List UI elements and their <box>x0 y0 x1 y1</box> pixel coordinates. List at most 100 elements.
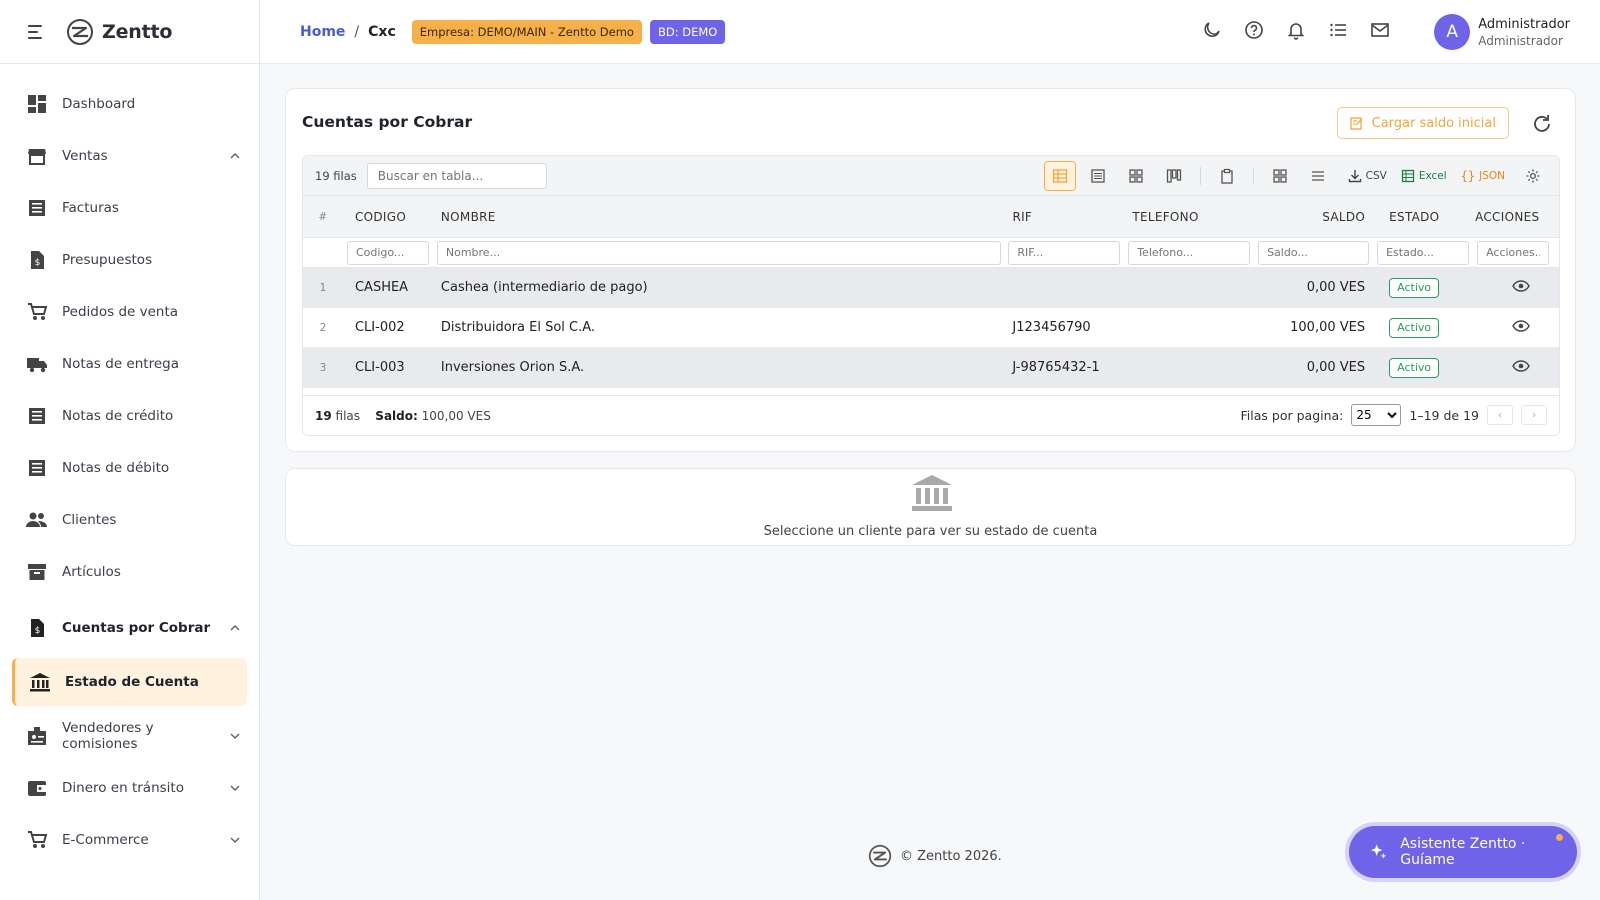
columns-button[interactable] <box>1302 161 1334 191</box>
avatar[interactable]: A <box>1434 14 1471 50</box>
svg-text:$: $ <box>35 258 41 268</box>
chevron-up-icon[interactable] <box>229 622 241 634</box>
cell-rif: J123456790 <box>1012 320 1091 335</box>
column-header-saldo[interactable]: SALDO <box>1254 210 1369 224</box>
sidebar-item-clientes[interactable]: Clientes <box>0 494 259 546</box>
table-view-button[interactable] <box>1043 161 1076 191</box>
table-row[interactable]: 3 CLI-003 Inversiones Orion S.A. J-98765… <box>303 348 1559 388</box>
filter-codigo-input[interactable] <box>346 240 429 265</box>
breadcrumb-current: Cxc <box>368 23 396 40</box>
sidebar-item-notas-credito[interactable]: Notas de crédito <box>0 390 259 442</box>
clipboard-button[interactable] <box>1211 161 1243 191</box>
export-csv-label: CSV <box>1365 170 1387 182</box>
list-view-button[interactable] <box>1082 161 1114 191</box>
moon-icon[interactable] <box>1202 20 1222 40</box>
page-footer: © Zentto 2026. <box>868 844 1002 868</box>
next-page-button[interactable]: › <box>1521 405 1547 425</box>
wallet-icon <box>26 777 48 799</box>
export-excel-button[interactable]: Excel <box>1401 169 1447 183</box>
chevron-down-icon[interactable] <box>229 834 241 846</box>
rows-per-page-label: Filas por pagina: <box>1240 407 1344 423</box>
chevron-up-icon[interactable] <box>229 150 241 162</box>
load-initial-balance-button[interactable]: Cargar saldo inicial <box>1336 107 1509 139</box>
sidebar-item-ecommerce[interactable]: E-Commerce <box>0 814 259 866</box>
export-csv-button[interactable]: CSV <box>1348 169 1387 183</box>
table-row[interactable]: 2 CLI-002 Distribuidora El Sol C.A. J123… <box>303 308 1559 348</box>
column-header-acciones[interactable]: ACCIONES <box>1469 210 1559 224</box>
download-icon <box>1348 170 1361 183</box>
column-header-telefono[interactable]: TELEFONO <box>1124 210 1254 224</box>
refresh-icon[interactable] <box>1531 113 1553 135</box>
prev-page-button[interactable]: ‹ <box>1487 405 1513 425</box>
copyright-text: © Zentto 2026. <box>900 848 1002 864</box>
sidebar-item-articulos[interactable]: Artículos <box>0 546 259 598</box>
view-eye-icon[interactable] <box>1512 279 1530 292</box>
filter-acciones-input[interactable] <box>1477 240 1550 265</box>
sidebar-item-dinero-transito[interactable]: Dinero en tránsito <box>0 762 259 814</box>
column-header-index[interactable]: # <box>303 211 343 223</box>
svg-text:$: $ <box>35 626 41 636</box>
sidebar-item-notas-debito[interactable]: Notas de débito <box>0 442 259 494</box>
sidebar-item-estado-de-cuenta[interactable]: Estado de Cuenta <box>12 658 247 706</box>
table-row[interactable]: 1 CASHEA Cashea (intermediario de pago) … <box>303 268 1559 308</box>
breadcrumb-home[interactable]: Home <box>300 24 345 40</box>
cell-nombre: Cashea (intermediario de pago) <box>440 280 648 295</box>
bell-icon[interactable] <box>1286 20 1306 40</box>
user-name: Administrador <box>1478 16 1570 32</box>
cell-index: 2 <box>319 321 327 334</box>
database-chip[interactable]: BD: DEMO <box>649 19 726 44</box>
sidebar-item-label: Estado de Cuenta <box>65 674 199 690</box>
company-chip[interactable]: Empresa: DEMO/MAIN - Zentto Demo <box>411 19 642 44</box>
sidebar-item-label: Dinero en tránsito <box>62 780 184 796</box>
filter-estado-input[interactable] <box>1377 240 1470 265</box>
filter-saldo-input[interactable] <box>1258 240 1370 265</box>
sidebar-item-presupuestos[interactable]: $ Presupuestos <box>0 234 259 286</box>
filter-rif-input[interactable] <box>1008 240 1121 265</box>
density-button[interactable] <box>1264 161 1296 191</box>
table-search-input[interactable] <box>366 162 547 189</box>
sidebar-item-cuentas-por-cobrar[interactable]: $ Cuentas por Cobrar <box>0 602 259 654</box>
cell-nombre: Inversiones Orion S.A. <box>440 360 585 375</box>
sidebar-item-label: E-Commerce <box>62 832 149 848</box>
people-icon <box>26 509 48 531</box>
assistant-button[interactable]: Asistente Zentto · Guíame <box>1349 826 1577 878</box>
user-menu[interactable]: A Administrador Administrador <box>1434 14 1570 50</box>
column-header-rif[interactable]: RIF <box>1004 210 1124 224</box>
sidebar-item-ventas[interactable]: Ventas <box>0 130 259 182</box>
help-icon[interactable] <box>1244 20 1264 40</box>
truck-icon <box>26 353 48 375</box>
column-header-estado[interactable]: ESTADO <box>1369 210 1469 224</box>
filter-nombre-input[interactable] <box>436 240 1001 265</box>
cell-codigo: CASHEA <box>354 280 409 295</box>
dashboard-icon <box>26 93 48 115</box>
collapse-menu-icon[interactable] <box>28 24 46 39</box>
column-header-nombre[interactable]: NOMBRE <box>433 210 1005 224</box>
archive-box-icon <box>26 561 48 583</box>
zentto-logo-icon <box>868 844 892 868</box>
sidebar-item-label: Facturas <box>62 200 119 216</box>
view-eye-icon[interactable] <box>1512 319 1530 332</box>
kanban-view-button[interactable] <box>1158 161 1190 191</box>
sidebar-item-facturas[interactable]: Facturas <box>0 182 259 234</box>
store-icon <box>26 145 48 167</box>
chevron-down-icon[interactable] <box>229 782 241 794</box>
filter-telefono-input[interactable] <box>1128 240 1251 265</box>
brand-bar: Zentto <box>0 0 259 64</box>
cell-saldo: 100,00 VES <box>1290 320 1366 335</box>
grid-settings-button[interactable] <box>1517 161 1549 191</box>
export-json-button[interactable]: {} JSON <box>1461 169 1505 183</box>
grid-view-button[interactable] <box>1120 161 1152 191</box>
sidebar-item-vendedores[interactable]: Vendedores y comisiones <box>0 710 259 762</box>
chevron-down-icon[interactable] <box>229 730 241 742</box>
mail-icon[interactable] <box>1370 20 1390 40</box>
accounts-receivable-card: Cuentas por Cobrar Cargar saldo inicial … <box>285 88 1576 452</box>
sidebar-item-notas-entrega[interactable]: Notas de entrega <box>0 338 259 390</box>
rows-per-page-select[interactable]: 25 <box>1351 404 1402 426</box>
view-eye-icon[interactable] <box>1512 359 1530 372</box>
sidebar-item-pedidos[interactable]: Pedidos de venta <box>0 286 259 338</box>
cell-codigo: CLI-003 <box>354 360 405 375</box>
task-list-icon[interactable] <box>1328 20 1348 40</box>
sidebar-item-dashboard[interactable]: Dashboard <box>0 78 259 130</box>
statement-empty-state: Seleccione un cliente para ver su estado… <box>285 468 1576 546</box>
column-header-codigo[interactable]: CODIGO <box>343 210 433 224</box>
